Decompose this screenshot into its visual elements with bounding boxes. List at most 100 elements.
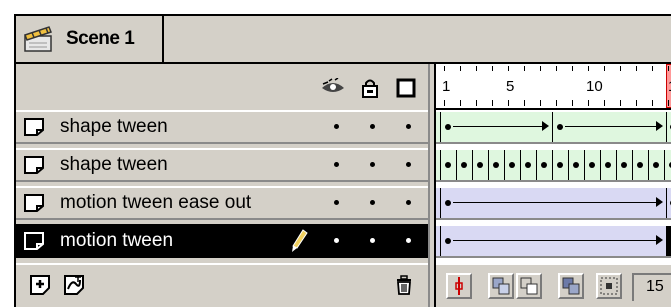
keyframe[interactable]: [493, 162, 499, 168]
layer-row-shape-tween-1[interactable]: shape tween: [16, 110, 428, 144]
keyframe[interactable]: [445, 238, 451, 244]
layer-row-shape-tween-2[interactable]: shape tween: [16, 148, 428, 182]
frame-ruler[interactable]: 1 5 10 1: [436, 64, 671, 110]
ruler-label-10: 10: [586, 78, 603, 95]
trash-icon[interactable]: [394, 275, 414, 295]
keyframe[interactable]: [637, 162, 643, 168]
current-frame-marker[interactable]: [666, 226, 671, 256]
show-hide-dot[interactable]: [334, 162, 339, 167]
keyframe[interactable]: [557, 124, 563, 130]
ruler-tick: [652, 100, 653, 106]
lock-dot[interactable]: [370, 238, 375, 243]
outline-dot[interactable]: [406, 200, 411, 205]
frame-border: [648, 150, 649, 180]
ruler-tick: [636, 100, 637, 106]
lock-dot[interactable]: [370, 124, 375, 129]
ruler-tick: [636, 66, 637, 71]
lock-dot[interactable]: [370, 200, 375, 205]
keyframe[interactable]: [605, 162, 611, 168]
layer-page-icon: [24, 194, 44, 212]
scene-label: Scene 1: [66, 28, 135, 49]
layer-name: motion tween ease out: [60, 192, 252, 213]
layer-page-icon: [24, 118, 44, 136]
show-hide-dot[interactable]: [334, 124, 339, 129]
keyframe[interactable]: [477, 162, 483, 168]
keyframe[interactable]: [445, 162, 451, 168]
scene-tab[interactable]: Scene 1: [16, 16, 164, 62]
ruler-tick: [668, 66, 669, 71]
keyframe[interactable]: [509, 162, 515, 168]
layer-page-icon: [24, 232, 44, 250]
tween-arrow-head: [656, 121, 663, 131]
add-motion-guide-icon[interactable]: [64, 275, 84, 295]
tween-arrow: [453, 126, 543, 127]
onion-skin-outlines-icon[interactable]: [516, 273, 542, 299]
keyframe[interactable]: [445, 200, 451, 206]
frame-row-shape-tween-2[interactable]: [436, 148, 671, 182]
ruler-tick: [492, 100, 493, 106]
keyframe[interactable]: [573, 162, 579, 168]
show-hide-dot[interactable]: [334, 238, 339, 243]
layers-column: shape tween shape tween motion tween eas…: [16, 64, 428, 307]
ruler-tick: [572, 66, 573, 71]
layers-frames-divider[interactable]: [428, 64, 436, 307]
tween-arrow: [453, 240, 657, 241]
clapperboard-icon: [22, 24, 56, 54]
outline-dot[interactable]: [406, 124, 411, 129]
ruler-tick: [588, 66, 589, 71]
frame-row-motion-tween[interactable]: [436, 224, 671, 258]
ruler-tick: [444, 66, 445, 71]
lock-icon[interactable]: [360, 78, 380, 98]
keyframe[interactable]: [557, 162, 563, 168]
keyframe[interactable]: [589, 162, 595, 168]
insert-layer-icon[interactable]: [30, 275, 50, 295]
ruler-tick: [588, 100, 589, 106]
keyframe[interactable]: [445, 124, 451, 130]
ruler-tick: [652, 66, 653, 71]
frame-border: [472, 150, 473, 180]
frame-border: [666, 188, 667, 218]
frame-border: [666, 112, 667, 142]
edit-multiple-frames-icon[interactable]: [558, 273, 584, 299]
show-hide-dot[interactable]: [334, 200, 339, 205]
keyframe[interactable]: [653, 162, 659, 168]
frame-border: [504, 150, 505, 180]
ruler-tick: [476, 100, 477, 106]
tween-arrow: [565, 126, 657, 127]
ruler-tick: [524, 100, 525, 106]
layer-row-motion-tween[interactable]: motion tween: [16, 224, 428, 258]
ruler-tick: [620, 100, 621, 106]
outline-icon[interactable]: [396, 78, 416, 98]
ruler-label-1: 1: [442, 78, 451, 95]
center-frame-icon[interactable]: [446, 273, 472, 299]
frame-border: [600, 150, 601, 180]
keyframe[interactable]: [541, 162, 547, 168]
frame-row-motion-tween-ease-out[interactable]: [436, 186, 671, 220]
eye-icon[interactable]: [320, 77, 346, 98]
outline-dot[interactable]: [406, 162, 411, 167]
ruler-tick: [604, 66, 605, 71]
tween-arrow-head: [656, 235, 663, 245]
frame-border: [568, 150, 569, 180]
keyframe[interactable]: [525, 162, 531, 168]
ruler-tick: [460, 66, 461, 71]
frames-footer: 15: [436, 263, 671, 307]
layer-name: shape tween: [60, 116, 168, 137]
current-frame-field[interactable]: 15: [632, 273, 671, 301]
keyframe[interactable]: [621, 162, 627, 168]
modify-onion-markers-icon[interactable]: [596, 273, 622, 299]
frame-border: [456, 150, 457, 180]
lock-dot[interactable]: [370, 162, 375, 167]
ruler-tick: [508, 100, 509, 106]
ruler-tick: [556, 100, 557, 106]
layer-row-motion-tween-ease-out[interactable]: motion tween ease out: [16, 186, 428, 220]
ruler-tick: [540, 66, 541, 71]
keyframe[interactable]: [461, 162, 467, 168]
onion-skin-icon[interactable]: [488, 273, 514, 299]
outline-dot[interactable]: [406, 238, 411, 243]
ruler-tick: [444, 100, 445, 106]
frames-column: 1 5 10 15: [436, 64, 671, 307]
frame-row-shape-tween-1[interactable]: [436, 110, 671, 144]
scene-bar: Scene 1: [14, 14, 671, 64]
ruler-tick: [620, 66, 621, 71]
